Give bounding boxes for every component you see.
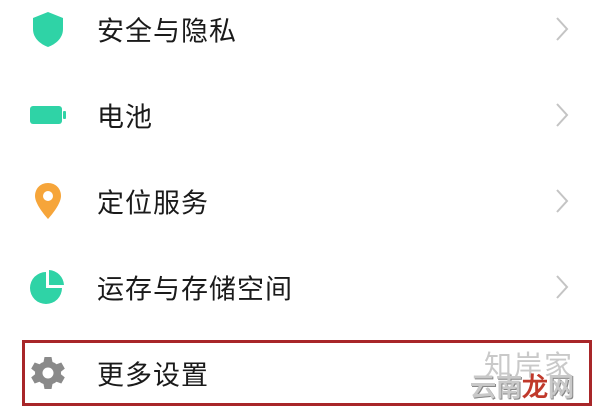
settings-item-label: 安全与隐私 — [97, 16, 237, 48]
chevron-right-icon — [554, 15, 570, 43]
settings-item-label: 定位服务 — [97, 188, 209, 220]
settings-item-storage[interactable]: 运存与存储空间 — [0, 244, 600, 330]
settings-screen: 安全与隐私 电池 定位服务 运存与存储空间 更多设置 知岸家 云南龙网 — [0, 0, 600, 411]
battery-icon — [29, 95, 67, 135]
pie-chart-icon — [29, 267, 67, 307]
chevron-right-icon — [554, 101, 570, 129]
location-pin-icon — [29, 181, 67, 221]
settings-item-label: 电池 — [97, 102, 153, 134]
chevron-right-icon — [554, 187, 570, 215]
chevron-right-icon — [554, 273, 570, 301]
highlight-box — [22, 340, 592, 406]
settings-item-security-privacy[interactable]: 安全与隐私 — [0, 0, 600, 72]
shield-icon — [29, 9, 67, 49]
settings-item-battery[interactable]: 电池 — [0, 72, 600, 158]
settings-item-location[interactable]: 定位服务 — [0, 158, 600, 244]
settings-item-label: 运存与存储空间 — [97, 274, 293, 306]
